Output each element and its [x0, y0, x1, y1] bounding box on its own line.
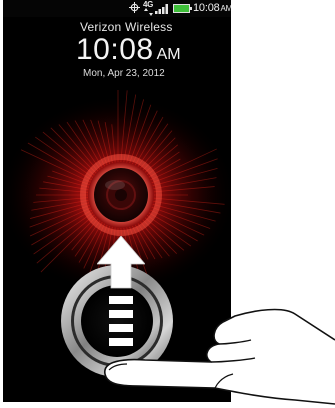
gps-icon: [129, 2, 140, 13]
battery-icon: [173, 4, 192, 13]
clock-ampm: AM: [156, 46, 181, 63]
carrier-name: Verizon Wireless: [80, 20, 173, 34]
hand-gesture-illustration: [104, 308, 335, 405]
lock-clock: 10:08 AM: [76, 33, 181, 67]
lock-target-icon: [80, 154, 162, 236]
clock-time: 10:08: [76, 33, 154, 66]
lock-date: Mon, Apr 23, 2012: [83, 68, 165, 79]
status-time: 10:08AM: [193, 2, 231, 14]
signal-icon: [155, 4, 168, 14]
status-bar: 4G 10:08AM: [3, 0, 231, 17]
data-arrows-icon: [144, 8, 153, 16]
